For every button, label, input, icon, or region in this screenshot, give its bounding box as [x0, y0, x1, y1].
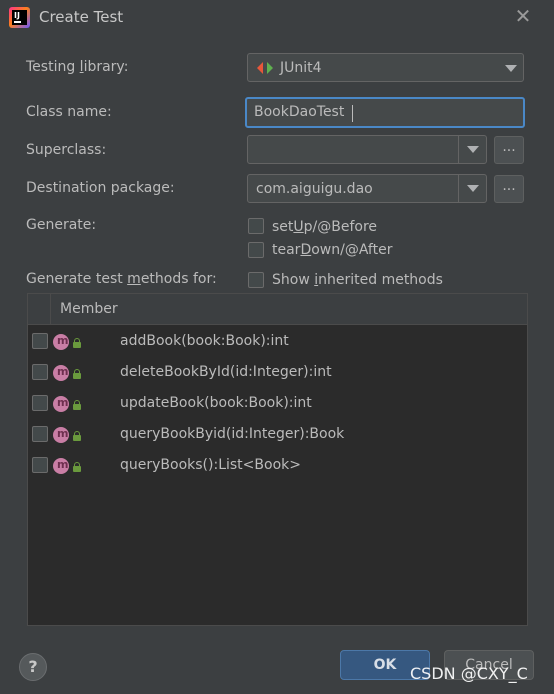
setup-checkbox[interactable] [248, 218, 264, 234]
superclass-label: Superclass: [26, 142, 107, 158]
setup-label: setUp/@Before [272, 219, 378, 235]
class-name-input[interactable]: BookDaoTest [245, 97, 525, 128]
testing-library-label: Testing library: [26, 59, 129, 75]
lock-icon [73, 369, 81, 379]
destination-package-label: Destination package: [26, 180, 175, 196]
generate-label: Generate: [26, 217, 97, 233]
testing-library-dropdown[interactable]: JUnit4 [247, 53, 524, 82]
table-header: Member [28, 294, 527, 325]
method-signature: addBook(book:Book):int [120, 333, 289, 349]
testing-library-value: JUnit4 [280, 60, 322, 76]
lock-icon [73, 338, 81, 348]
method-signature: updateBook(book:Book):int [120, 395, 312, 411]
lock-icon [73, 462, 81, 472]
show-inherited-label: Show inherited methods [272, 272, 443, 288]
superclass-browse-button[interactable]: ... [494, 136, 524, 164]
superclass-dropdown-button[interactable] [458, 136, 487, 163]
class-name-value: BookDaoTest [254, 104, 345, 120]
lock-icon [73, 400, 81, 410]
method-icon: m [53, 334, 69, 350]
member-column-header: Member [60, 301, 118, 317]
row-checkbox[interactable] [32, 426, 48, 442]
method-icon: m [53, 365, 69, 381]
destination-package-browse-button[interactable]: ... [494, 175, 524, 203]
show-inherited-checkbox[interactable] [248, 272, 264, 288]
intellij-icon: IJ [9, 7, 30, 28]
table-row[interactable]: m addBook(book:Book):int [28, 326, 527, 357]
table-row[interactable]: m queryBookByid(id:Integer):Book [28, 419, 527, 450]
chevron-down-icon [467, 146, 479, 153]
teardown-label: tearDown/@After [272, 242, 393, 258]
superclass-combo[interactable] [247, 135, 487, 164]
row-checkbox[interactable] [32, 364, 48, 380]
row-checkbox[interactable] [32, 395, 48, 411]
destination-package-dropdown-button[interactable] [458, 175, 487, 202]
table-row[interactable]: m updateBook(book:Book):int [28, 388, 527, 419]
method-signature: deleteBookById(id:Integer):int [120, 364, 332, 380]
lock-icon [73, 431, 81, 441]
destination-package-combo[interactable]: com.aiguigu.dao [247, 174, 487, 203]
dialog-title: Create Test [39, 8, 124, 26]
row-checkbox[interactable] [32, 457, 48, 473]
method-signature: queryBookByid(id:Integer):Book [120, 426, 345, 442]
method-signature: queryBooks():List<Book> [120, 457, 301, 473]
method-icon: m [53, 427, 69, 443]
close-icon[interactable]: ✕ [513, 6, 533, 26]
method-icon: m [53, 458, 69, 474]
chevron-down-icon [505, 65, 517, 72]
table-row[interactable]: m deleteBookById(id:Integer):int [28, 357, 527, 388]
watermark: CSDN @CXY_C [410, 664, 528, 683]
table-row[interactable]: m queryBooks():List<Book> [28, 450, 527, 481]
teardown-checkbox[interactable] [248, 242, 264, 258]
text-caret [352, 105, 353, 122]
chevron-down-icon [467, 185, 479, 192]
methods-for-label: Generate test methods for: [26, 271, 217, 287]
help-button[interactable]: ? [19, 653, 47, 681]
destination-package-value: com.aiguigu.dao [256, 181, 373, 197]
title-bar: IJ Create Test ✕ [0, 0, 554, 36]
method-icon: m [53, 396, 69, 412]
class-name-label: Class name: [26, 104, 112, 120]
row-checkbox[interactable] [32, 333, 48, 349]
junit-icon [257, 62, 273, 74]
members-table[interactable]: Member m addBook(book:Book):int m delete… [27, 293, 528, 626]
